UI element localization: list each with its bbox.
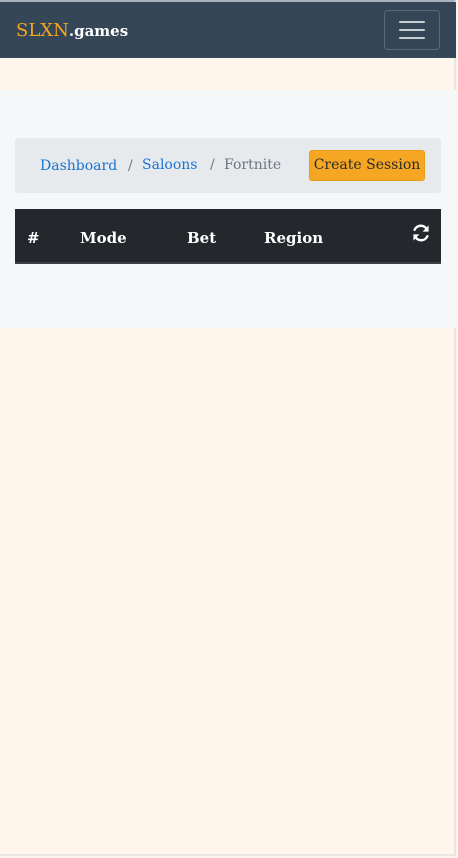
navbar-toggle-button[interactable] [384, 10, 440, 50]
brand-name: SLXN [16, 20, 69, 41]
hamburger-menu-icon-line [399, 37, 425, 39]
breadcrumb: Dashboard / Saloons / Fortnite Create Se… [15, 138, 441, 193]
navbar: SLXN.games [0, 2, 456, 58]
hamburger-menu-icon-line [399, 29, 425, 31]
create-session-button[interactable]: Create Session [309, 150, 425, 181]
column-header-region[interactable]: Region [264, 228, 323, 248]
breadcrumb-separator: / [210, 157, 215, 173]
brand-suffix: .games [68, 22, 129, 40]
brand-logo[interactable]: SLXN.games [16, 19, 128, 43]
column-header-mode[interactable]: Mode [80, 228, 127, 248]
column-header-number: # [27, 229, 40, 247]
content-panel: Dashboard / Saloons / Fortnite Create Se… [0, 90, 456, 328]
breadcrumb-dashboard-link[interactable]: Dashboard [40, 157, 117, 175]
breadcrumb-current-fortnite: Fortnite [224, 157, 282, 173]
hamburger-menu-icon [399, 21, 425, 23]
refresh-icon[interactable] [411, 223, 431, 243]
breadcrumb-separator: / [128, 158, 133, 174]
column-header-bet[interactable]: Bet [187, 228, 216, 248]
breadcrumb-saloons-link[interactable]: Saloons [142, 156, 197, 174]
sessions-table-header: # Mode Bet Region [15, 209, 441, 264]
